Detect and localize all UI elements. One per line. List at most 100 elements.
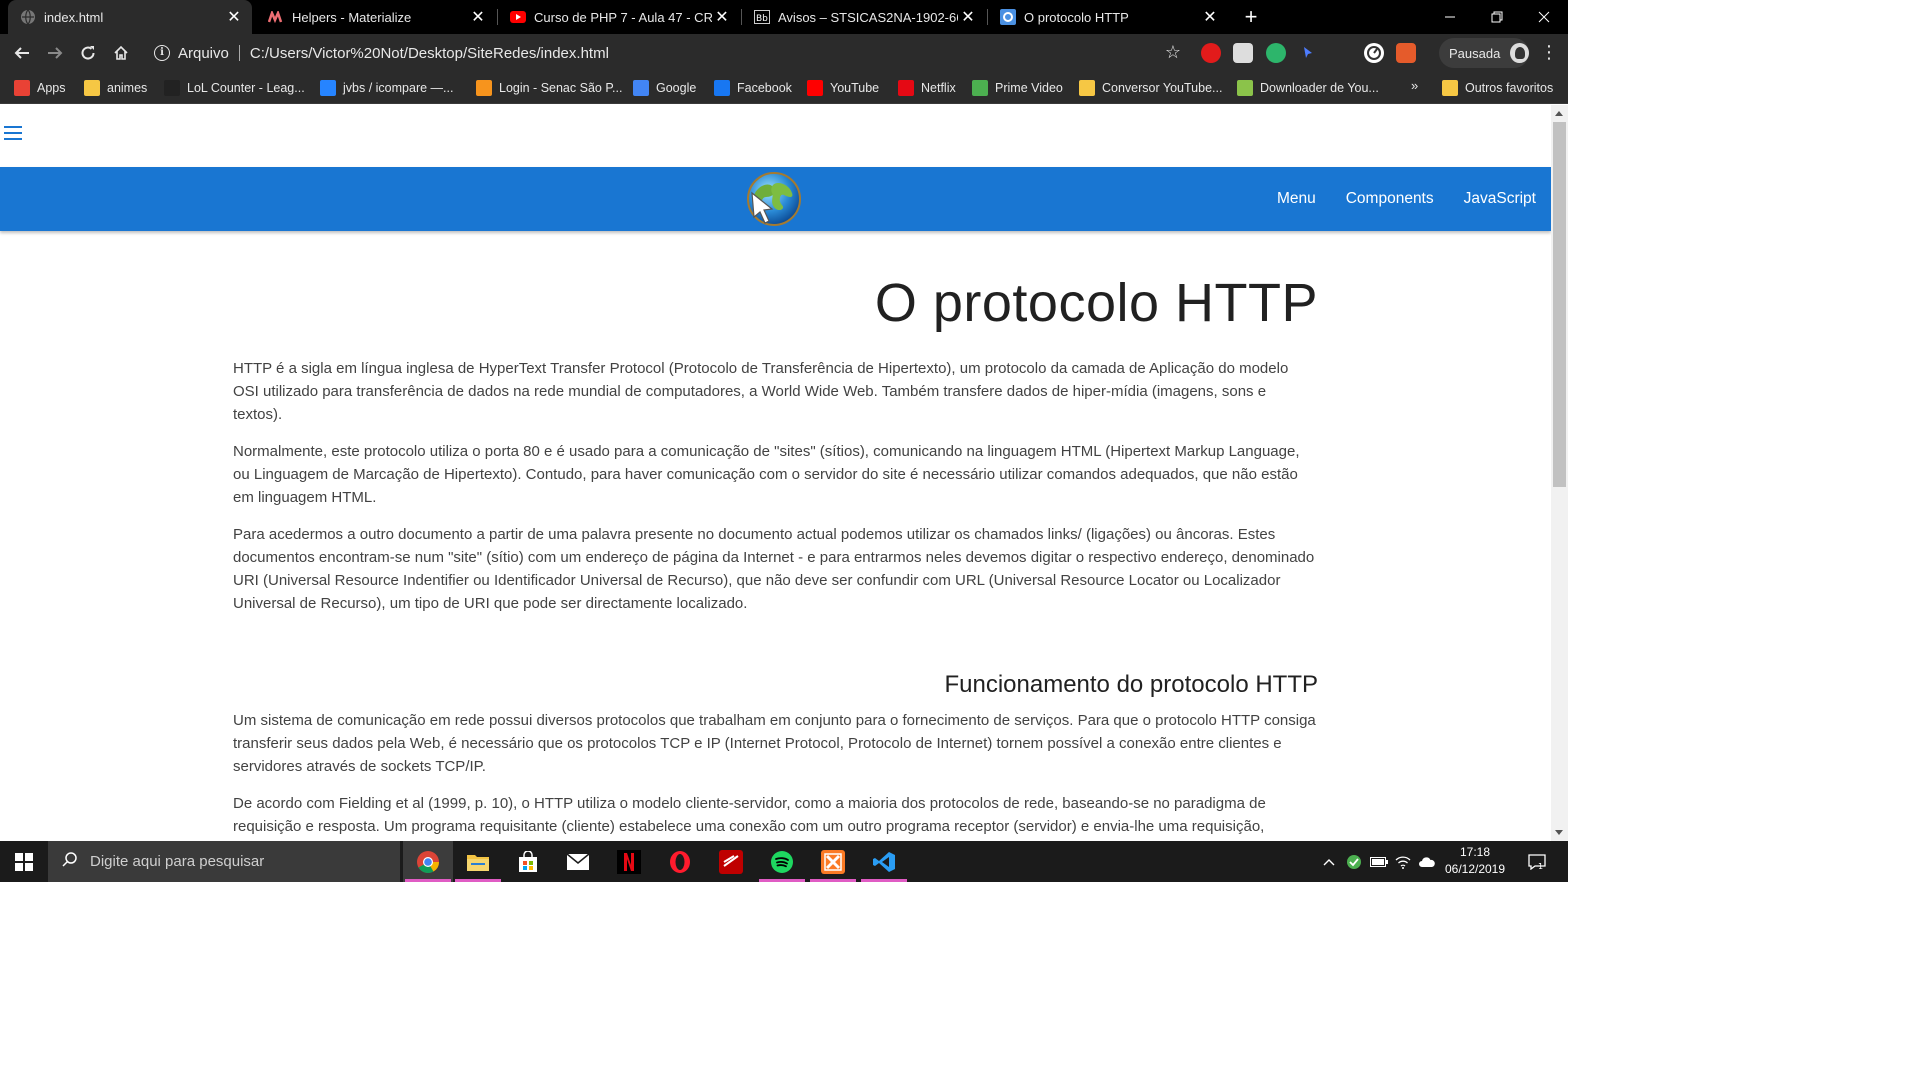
youtube-icon	[807, 80, 823, 96]
site-navbar: Menu Components JavaScript	[0, 167, 1551, 231]
scroll-thumb[interactable]	[1553, 122, 1566, 487]
tab-strip: index.html ✕ Helpers - Materialize ✕ Cur…	[0, 0, 1568, 34]
bookmark-label: Prime Video	[995, 81, 1063, 95]
close-window-button[interactable]	[1521, 0, 1567, 34]
minimize-button[interactable]	[1427, 0, 1473, 34]
blackboard-icon: Bb	[754, 9, 770, 25]
mail-icon[interactable]	[553, 841, 603, 882]
grammarly-extension-icon[interactable]	[1266, 43, 1286, 63]
scroll-down-arrow-icon[interactable]	[1555, 830, 1563, 835]
materialize-icon	[268, 9, 284, 25]
scroll-up-arrow-icon[interactable]	[1555, 111, 1563, 116]
intro-paragraph: HTTP é a sigla em língua inglesa de Hype…	[233, 360, 1289, 423]
speed-extension-icon[interactable]	[1364, 43, 1384, 63]
address-scheme: Arquivo	[178, 44, 229, 62]
bookmark-item[interactable]: Netflix	[898, 78, 956, 98]
bookmark-item[interactable]: animes	[84, 78, 147, 98]
vertical-scrollbar[interactable]	[1551, 105, 1568, 841]
bookmark-item[interactable]: YouTube	[807, 78, 879, 98]
store-icon[interactable]	[503, 841, 553, 882]
close-tab-icon[interactable]: ✕	[1200, 7, 1220, 27]
wifi-icon[interactable]	[1392, 841, 1414, 882]
close-tab-icon[interactable]: ✕	[958, 7, 978, 27]
bookmark-item[interactable]: Conversor YouTube...	[1079, 78, 1222, 98]
bookmark-item[interactable]: Login - Senac São P...	[476, 78, 622, 98]
bookmark-label: Netflix	[921, 81, 956, 95]
nav-link-components[interactable]: Components	[1331, 167, 1449, 231]
bookmark-item[interactable]: Prime Video	[972, 78, 1063, 98]
tab-title: O protocolo HTTP	[1024, 9, 1129, 25]
youtube-icon	[510, 9, 526, 25]
cursor-extension-icon[interactable]	[1298, 43, 1318, 63]
clock-date: 06/12/2019	[1444, 862, 1506, 876]
address-bar[interactable]: i Arquivo C:/Users/Victor%20Not/Desktop/…	[142, 38, 1197, 68]
battery-icon[interactable]	[1368, 841, 1390, 882]
restore-button[interactable]	[1474, 0, 1520, 34]
download-icon	[1237, 80, 1253, 96]
screenshot-extension-icon[interactable]	[1233, 43, 1253, 63]
bookmark-label: Facebook	[737, 81, 792, 95]
senac-icon	[476, 80, 492, 96]
forward-button[interactable]	[42, 41, 68, 65]
tab-avisos[interactable]: Bb Avisos – STSICAS2NA-1902-6685 ✕	[742, 0, 986, 34]
filezilla-icon[interactable]	[706, 841, 756, 882]
security-tray-icon[interactable]	[1343, 841, 1365, 882]
hamburger-menu-icon[interactable]	[4, 126, 22, 140]
tab-materialize[interactable]: Helpers - Materialize ✕	[256, 0, 496, 34]
home-button[interactable]	[108, 41, 134, 65]
onedrive-icon[interactable]	[1416, 841, 1438, 882]
close-tab-icon[interactable]: ✕	[468, 7, 488, 27]
bookmark-item[interactable]: jvbs / icompare —...	[320, 78, 453, 98]
tab-curso-php[interactable]: Curso de PHP 7 - Aula 47 - CRUD ✕	[498, 0, 740, 34]
menu-kebab-icon[interactable]: ⋮	[1540, 42, 1558, 63]
bookmark-item[interactable]: LoL Counter - Leag...	[164, 78, 305, 98]
file-explorer-icon[interactable]	[453, 841, 503, 882]
tab-index-html[interactable]: index.html ✕	[8, 0, 252, 34]
office-extension-icon[interactable]	[1396, 43, 1416, 63]
other-bookmarks-folder[interactable]: Outros favoritos	[1442, 78, 1553, 98]
bookmarks-overflow-button[interactable]: »	[1411, 78, 1418, 93]
bookmark-star-icon[interactable]: ☆	[1165, 42, 1181, 63]
address-url[interactable]: C:/Users/Victor%20Not/Desktop/SiteRedes/…	[250, 45, 609, 62]
close-tab-icon[interactable]: ✕	[712, 7, 732, 27]
lol-counter-icon	[164, 80, 180, 96]
facebook-icon	[714, 80, 730, 96]
info-icon[interactable]: i	[154, 45, 170, 61]
system-clock[interactable]: 17:18 06/12/2019	[1440, 844, 1510, 878]
netflix-icon[interactable]	[604, 841, 654, 882]
new-tab-button[interactable]: +	[1239, 5, 1263, 29]
xampp-icon[interactable]	[808, 841, 858, 882]
converter-icon	[1079, 80, 1095, 96]
tab-title: index.html	[44, 9, 104, 25]
browser-toolbar: i Arquivo C:/Users/Victor%20Not/Desktop/…	[0, 34, 1568, 72]
svg-text:1: 1	[1538, 862, 1543, 870]
notifications-icon[interactable]: 1	[1522, 841, 1552, 882]
reload-button[interactable]	[75, 41, 101, 65]
tray-overflow-chevron-icon[interactable]	[1318, 841, 1340, 882]
tab-protocolo-http[interactable]: O protocolo HTTP ✕	[988, 0, 1228, 34]
bookmark-item[interactable]: Google	[633, 78, 696, 98]
profile-button[interactable]: Pausada	[1439, 38, 1529, 68]
web-page: Menu Components JavaScript O protocolo HTT…	[0, 105, 1551, 841]
spotify-icon[interactable]	[757, 841, 807, 882]
apps-grid-icon	[14, 80, 30, 96]
start-button[interactable]	[0, 841, 48, 882]
close-tab-icon[interactable]: ✕	[224, 7, 244, 27]
bookmark-item[interactable]: Apps	[14, 78, 66, 98]
search-placeholder: Digite aqui para pesquisar	[90, 853, 265, 870]
taskbar-search-box[interactable]: Digite aqui para pesquisar	[48, 841, 400, 882]
adblock-extension-icon[interactable]	[1201, 43, 1221, 63]
globe-cursor-logo[interactable]	[744, 171, 804, 229]
nav-link-menu[interactable]: Menu	[1262, 167, 1331, 231]
bookmark-item[interactable]: Downloader de You...	[1237, 78, 1379, 98]
back-button[interactable]	[9, 41, 35, 65]
chrome-icon[interactable]	[403, 841, 453, 882]
bitbucket-icon	[320, 80, 336, 96]
bookmark-label: YouTube	[830, 81, 880, 95]
bookmark-label: Google	[656, 81, 697, 95]
nav-link-javascript[interactable]: JavaScript	[1449, 167, 1551, 231]
bookmark-item[interactable]: Facebook	[714, 78, 792, 98]
vscode-icon[interactable]	[859, 841, 909, 882]
intro-paragraph: Para acedermos a outro documento a parti…	[233, 526, 1315, 612]
opera-icon[interactable]	[655, 841, 705, 882]
